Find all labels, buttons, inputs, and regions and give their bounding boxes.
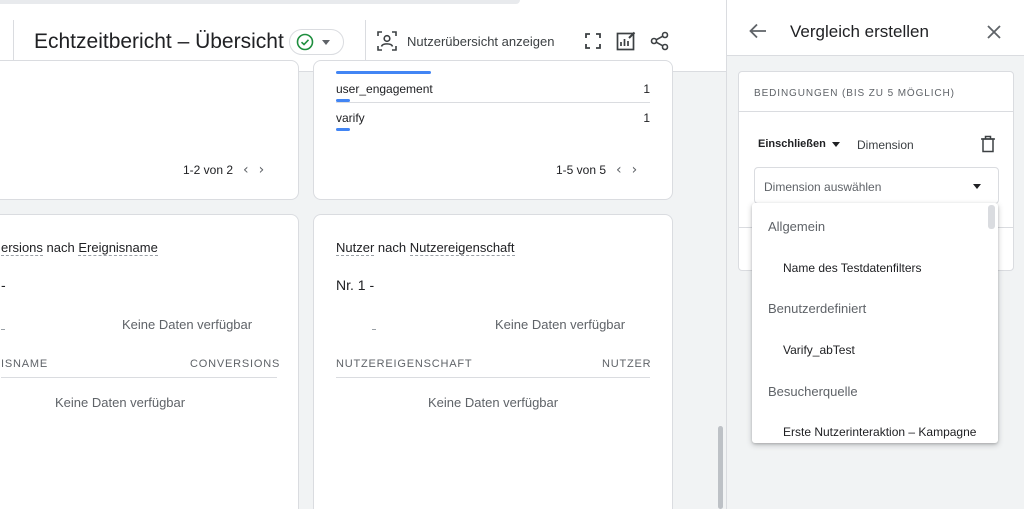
column-header[interactable]: CONVERSIONS xyxy=(190,358,280,370)
rank-value: Nr. 1 - xyxy=(336,277,375,293)
include-label: Einschließen xyxy=(758,138,826,150)
dropdown-group-label: Besucherquelle xyxy=(768,384,858,399)
dimension-label[interactable]: Ereignisname xyxy=(78,240,158,256)
dropdown-option[interactable]: Name des Testdatenfilters xyxy=(783,261,922,275)
dimension-dropdown-menu: Allgemein Name des Testdatenfilters Benu… xyxy=(752,203,998,443)
chevron-right-icon[interactable]: › xyxy=(259,162,265,178)
caret-down-icon xyxy=(322,39,330,45)
dropdown-group-label: Allgemein xyxy=(768,219,826,234)
pagination: 1-2 von 2 ‹ › xyxy=(183,162,264,178)
dimension-label[interactable]: Nutzereigenschaft xyxy=(409,240,515,256)
chevron-left-icon[interactable]: ‹ xyxy=(616,162,622,178)
page-title: Echtzeitbericht – Übersicht xyxy=(34,30,284,53)
dropdown-option[interactable]: Erste Nutzerinteraktion – Kampagne xyxy=(783,425,983,439)
title-connector: nach xyxy=(42,240,79,255)
panel-title: Vergleich erstellen xyxy=(790,22,929,41)
user-overview-label: Nutzerübersicht anzeigen xyxy=(407,33,555,49)
chart-no-data: Keine Daten verfügbar xyxy=(495,317,626,332)
conversions-card: ersions nach Ereignisname - Keine Daten … xyxy=(0,214,299,509)
axis-tick xyxy=(1,329,5,330)
users-card: Nutzer nach Nutzereigenschaft Nr. 1 - Ke… xyxy=(313,214,673,509)
pagination: 1-5 von 5 ‹ › xyxy=(556,162,637,178)
table-no-data: Keine Daten verfügbar xyxy=(55,395,186,410)
dropdown-group-label: Benutzerdefiniert xyxy=(768,301,867,316)
dimension-select[interactable]: Dimension auswählen xyxy=(754,167,999,204)
page-scrollbar[interactable] xyxy=(718,426,723,509)
dimension-label: Dimension xyxy=(857,138,914,152)
metric-label[interactable]: ersions xyxy=(1,240,43,256)
bar-indicator xyxy=(336,71,431,74)
share-icon[interactable] xyxy=(649,30,671,52)
table-no-data: Keine Daten verfügbar xyxy=(428,395,559,410)
event-count-card: user_engagement 1 varify 1 1-5 von 5 ‹ › xyxy=(313,60,673,200)
card-title: Nutzer nach Nutzereigenschaft xyxy=(336,240,515,256)
user-overview-button[interactable]: Nutzerübersicht anzeigen xyxy=(376,28,554,54)
events-card: 1-2 von 2 ‹ › xyxy=(0,60,299,200)
table-row-label: user_engagement xyxy=(336,82,433,96)
table-row-value: 1 xyxy=(643,111,650,125)
fullscreen-icon[interactable] xyxy=(582,30,604,52)
pagination-label: 1-2 von 2 xyxy=(183,163,234,177)
card-title: ersions nach Ereignisname xyxy=(1,240,158,256)
caret-down-icon xyxy=(831,141,840,147)
chevron-left-icon[interactable]: ‹ xyxy=(243,162,249,178)
edit-report-icon[interactable] xyxy=(615,30,637,52)
chevron-right-icon[interactable]: › xyxy=(632,162,638,178)
pagination-label: 1-5 von 5 xyxy=(556,163,607,177)
column-header[interactable]: NUTZER xyxy=(602,358,651,370)
dropdown-option[interactable]: Varify_abTest xyxy=(783,343,855,357)
axis-tick xyxy=(372,329,376,330)
back-arrow-icon[interactable] xyxy=(747,20,769,42)
divider xyxy=(739,111,1013,112)
check-circle-icon xyxy=(296,33,314,51)
dimension-select-placeholder: Dimension auswählen xyxy=(764,180,882,194)
table-divider xyxy=(336,377,650,378)
panel-header: Vergleich erstellen xyxy=(727,0,1024,56)
report-status-dropdown[interactable] xyxy=(289,29,344,55)
row-divider xyxy=(336,102,650,103)
rank-value: - xyxy=(1,277,6,293)
metric-label[interactable]: Nutzer xyxy=(336,240,375,256)
table-row-value: 1 xyxy=(643,82,650,96)
chart-no-data: Keine Daten verfügbar xyxy=(122,317,253,332)
user-overview-icon xyxy=(377,31,397,51)
dropdown-scrollbar[interactable] xyxy=(988,205,995,229)
table-divider xyxy=(1,377,277,378)
close-icon[interactable] xyxy=(983,21,1005,43)
caret-down-icon xyxy=(973,184,981,189)
column-header[interactable]: ISNAME xyxy=(1,358,48,370)
bar-indicator xyxy=(336,128,350,131)
trash-icon[interactable] xyxy=(980,135,996,153)
top-scroll-indicator xyxy=(0,0,520,4)
header-divider xyxy=(13,20,14,60)
conditions-title: BEDINGUNGEN (BIS ZU 5 MÖGLICH) xyxy=(754,88,955,99)
column-header[interactable]: NUTZEREIGENSCHAFT xyxy=(336,358,472,370)
include-exclude-select[interactable]: Einschließen xyxy=(758,138,840,150)
header-divider xyxy=(365,20,366,60)
title-connector: nach xyxy=(374,240,410,255)
table-row-label: varify xyxy=(336,111,365,125)
